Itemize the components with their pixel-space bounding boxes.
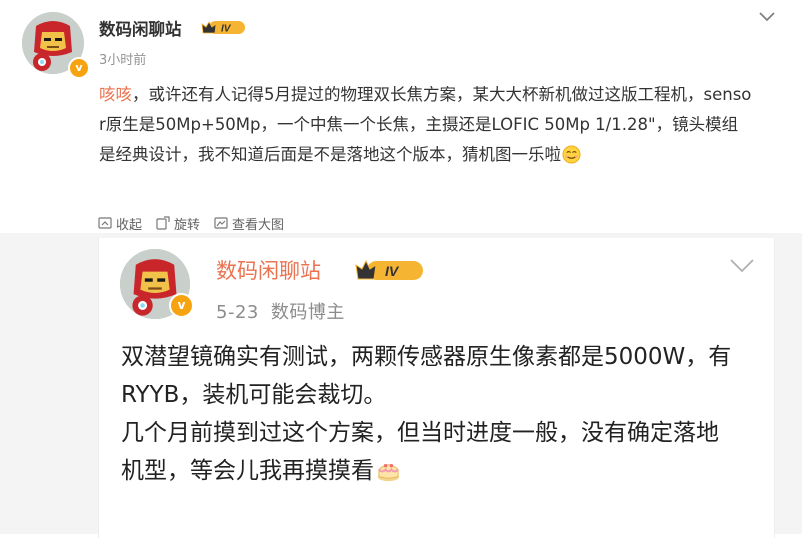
cake-emoji-icon [377, 463, 400, 482]
rotate-label: 旋转 [174, 217, 201, 233]
verified-badge: v [68, 57, 90, 79]
quoted-body: 双潜望镜确实有测试，两颗传感器原生像素都是5000W，有RYYB，装机可能会裁切… [121, 344, 732, 484]
quoted-role: 数码博主 [270, 302, 345, 323]
quoted-chevron-down-icon [730, 259, 754, 273]
author-name[interactable]: 数码闲聊站 [99, 16, 182, 40]
view-large-button[interactable]: 查看大图 [214, 214, 284, 233]
quoted-verified-badge: v [169, 293, 194, 318]
collapse-button[interactable]: 收起 [98, 214, 142, 233]
view-large-icon [214, 217, 228, 229]
chevron-down-icon[interactable] [759, 12, 775, 22]
quoted-level-text: IV [385, 263, 400, 279]
collapse-label: 收起 [116, 217, 143, 233]
quoted-text: 双潜望镜确实有测试，两颗传感器原生像素都是5000W，有RYYB，装机可能会裁切… [121, 338, 741, 490]
smile-emoji-icon [562, 145, 581, 164]
rotate-button[interactable]: 旋转 [156, 214, 200, 233]
quoted-meta: 5-23 数码博主 [216, 298, 357, 324]
level-badge-icon: IV [201, 21, 245, 35]
view-large-label: 查看大图 [232, 217, 285, 233]
rotate-icon [156, 216, 170, 230]
hashtag-link[interactable]: 咳咳 [99, 85, 132, 104]
quoted-date: 5-23 [216, 302, 259, 323]
post-time: 3小时前 [99, 53, 147, 68]
quoted-level-badge-icon: IV [355, 259, 423, 280]
post-body: ，或许还有人记得5月提过的物理双长焦方案，某大大杯新机做过这版工程机，senso… [99, 85, 752, 164]
post-text: 咳咳，或许还有人记得5月提过的物理双长焦方案，某大大杯新机做过这版工程机，sen… [99, 80, 754, 170]
image-actions: 收起 旋转 查看大图 [98, 213, 298, 233]
quoted-author-name: 数码闲聊站 [216, 259, 321, 283]
collapse-icon [98, 217, 112, 229]
level-text: IV [221, 24, 232, 35]
